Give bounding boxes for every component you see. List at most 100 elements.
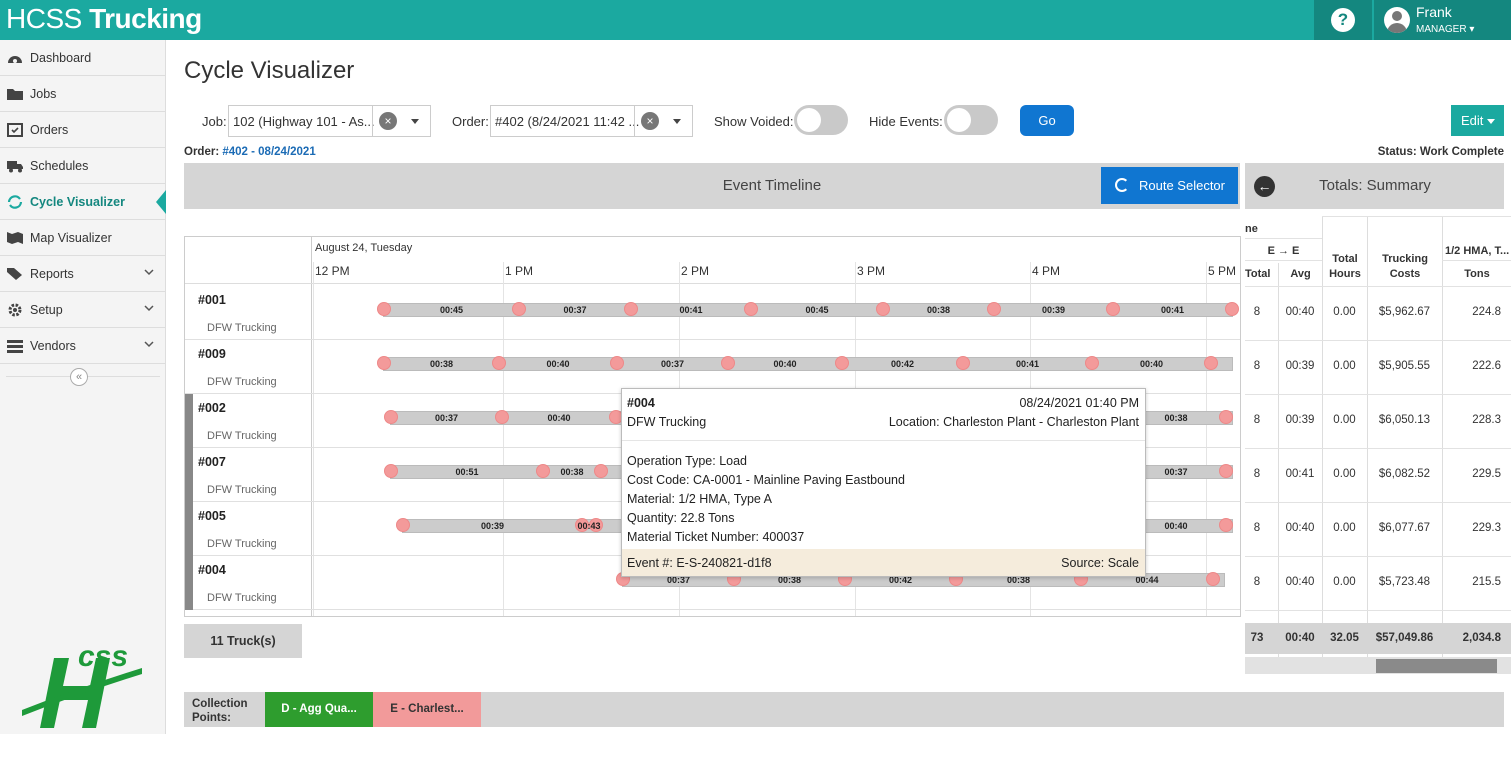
event-marker[interactable]: [744, 302, 758, 316]
hour-label: 3 PM: [857, 264, 886, 278]
sidebar-item-dashboard[interactable]: Dashboard: [0, 40, 165, 76]
timeline-lane[interactable]: #001 DFW Trucking 00:45 00:37 00:41 00:45 00:3…: [185, 286, 1240, 340]
sidebar: Dashboard Jobs Orders Schedules Cycle Visual…: [0, 40, 166, 734]
collection-point-chip[interactable]: D - Agg Qua...: [265, 692, 373, 727]
refresh-icon: [6, 194, 24, 209]
app-logo[interactable]: HCSS Trucking: [6, 3, 202, 35]
event-marker[interactable]: [956, 356, 970, 370]
edit-button[interactable]: Edit: [1451, 105, 1504, 136]
event-marker[interactable]: [1106, 302, 1120, 316]
event-marker[interactable]: [610, 356, 624, 370]
event-marker[interactable]: [377, 356, 391, 370]
chevron-down-icon: [411, 119, 419, 124]
scrollbar-thumb[interactable]: [1376, 659, 1497, 673]
event-marker[interactable]: [721, 356, 735, 370]
chevron-down-icon: [144, 341, 154, 348]
timeline-lane[interactable]: #009 DFW Trucking 00:38 00:40 00:37 00:40 00:4…: [185, 340, 1240, 394]
cycle-duration: 00:51: [455, 467, 479, 477]
cycle-bar[interactable]: 00:45 00:37 00:41 00:45 00:38 00:39 00:41: [377, 302, 1239, 317]
event-marker[interactable]: [536, 464, 550, 478]
clear-order-icon[interactable]: ×: [641, 112, 659, 130]
sidebar-item-reports[interactable]: Reports: [0, 256, 165, 292]
map-icon: [6, 231, 24, 245]
event-marker[interactable]: [495, 410, 509, 424]
event-marker[interactable]: [1219, 518, 1233, 532]
dashboard-icon: [6, 51, 24, 65]
cycle-duration: 00:37: [1164, 467, 1188, 477]
sidebar-item-schedules[interactable]: Schedules: [0, 148, 165, 184]
event-marker[interactable]: [1204, 356, 1218, 370]
totals-footer: 73 00:40 32.05 $57,049.86 2,034.8: [1245, 623, 1511, 654]
event-marker[interactable]: [1225, 302, 1239, 316]
hour-label: 1 PM: [505, 264, 534, 278]
user-menu[interactable]: Frank MANAGER ▾: [1374, 0, 1511, 40]
clear-job-icon[interactable]: ×: [379, 112, 397, 130]
totals-cell-hours: 0.00: [1333, 306, 1356, 318]
job-select[interactable]: 102 (Highway 101 - As... ×: [228, 105, 431, 137]
tons-header: Tons: [1464, 268, 1490, 280]
event-marker[interactable]: [1206, 572, 1220, 586]
cycle-duration: 00:41: [1015, 359, 1040, 369]
sidebar-item-label: Schedules: [30, 158, 89, 173]
cycle-duration: 00:40: [1164, 521, 1188, 531]
order-link[interactable]: #402 - 08/24/2021: [222, 146, 315, 158]
go-button[interactable]: Go: [1020, 105, 1074, 136]
totals-cell-cost: $5,962.67: [1378, 306, 1431, 318]
event-marker[interactable]: [1085, 356, 1099, 370]
event-marker[interactable]: [624, 302, 638, 316]
totals-cell-avg: 00:40: [1285, 522, 1315, 534]
refresh-icon: [1115, 178, 1129, 192]
event-marker[interactable]: [1219, 410, 1233, 424]
arrow-left-icon[interactable]: ←: [1254, 176, 1275, 197]
calendar-icon: [6, 122, 24, 137]
event-marker[interactable]: [987, 302, 1001, 316]
collection-point-chip[interactable]: E - Charlest...: [373, 692, 481, 727]
event-marker[interactable]: [377, 302, 391, 316]
totals-cell-total: 8: [1253, 306, 1261, 318]
sidebar-item-label: Map Visualizer: [30, 230, 112, 245]
sidebar-item-setup[interactable]: Setup: [0, 292, 165, 328]
cycle-duration: 00:40: [773, 359, 797, 369]
show-voided-toggle[interactable]: [794, 105, 848, 135]
event-marker[interactable]: [876, 302, 890, 316]
sidebar-item-label: Orders: [30, 122, 69, 137]
collection-points-label: Collection Points:: [192, 698, 248, 724]
sidebar-item-map-visualizer[interactable]: Map Visualizer: [0, 220, 165, 256]
event-marker[interactable]: [492, 356, 506, 370]
sidebar-item-orders[interactable]: Orders: [0, 112, 165, 148]
event-marker[interactable]: [594, 464, 608, 478]
route-selector-button[interactable]: Route Selector: [1101, 167, 1238, 204]
hide-events-toggle[interactable]: [944, 105, 998, 135]
totals-cell-total: 8: [1253, 360, 1261, 372]
collapse-sidebar-button[interactable]: «: [70, 368, 88, 386]
totals-cell-tons: 222.6: [1472, 360, 1501, 372]
totals-cell-hours: 0.00: [1333, 576, 1356, 588]
event-marker[interactable]: [512, 302, 526, 316]
hour-label: 2 PM: [681, 264, 710, 278]
totals-cell-tons: 229.3: [1472, 522, 1501, 534]
cycle-duration: 00:45: [805, 305, 829, 315]
hour-label: 4 PM: [1032, 264, 1061, 278]
totals-cell-tons: 228.3: [1472, 414, 1501, 426]
event-marker[interactable]: [384, 410, 398, 424]
cycle-duration: 00:38: [560, 467, 584, 477]
sidebar-item-vendors[interactable]: Vendors: [0, 328, 165, 364]
event-marker[interactable]: [384, 464, 398, 478]
totals-cell-avg: 00:40: [1285, 576, 1315, 588]
totals-cell-cost: $6,077.67: [1378, 522, 1431, 534]
order-select[interactable]: #402 (8/24/2021 11:42 ... ×: [490, 105, 693, 137]
event-marker[interactable]: [835, 356, 849, 370]
event-marker[interactable]: [1219, 464, 1233, 478]
cycle-duration: 00:38: [926, 305, 951, 315]
cycle-bar[interactable]: 00:38 00:40 00:37 00:40 00:42 00:41 00:40: [377, 356, 1233, 371]
tag-icon: [6, 267, 24, 281]
event-marker[interactable]: [396, 518, 410, 532]
totals-cell-cost: $5,723.48: [1378, 576, 1431, 588]
sidebar-item-jobs[interactable]: Jobs: [0, 76, 165, 112]
chevron-down-icon: [144, 269, 154, 276]
help-button[interactable]: ?: [1314, 0, 1372, 40]
sidebar-item-cycle-visualizer[interactable]: Cycle Visualizer: [0, 184, 166, 220]
totals-cell-cost: $5,905.55: [1378, 360, 1431, 372]
truck-count: 11 Truck(s): [184, 624, 302, 658]
totals-title: Totals: Summary: [1319, 177, 1431, 194]
